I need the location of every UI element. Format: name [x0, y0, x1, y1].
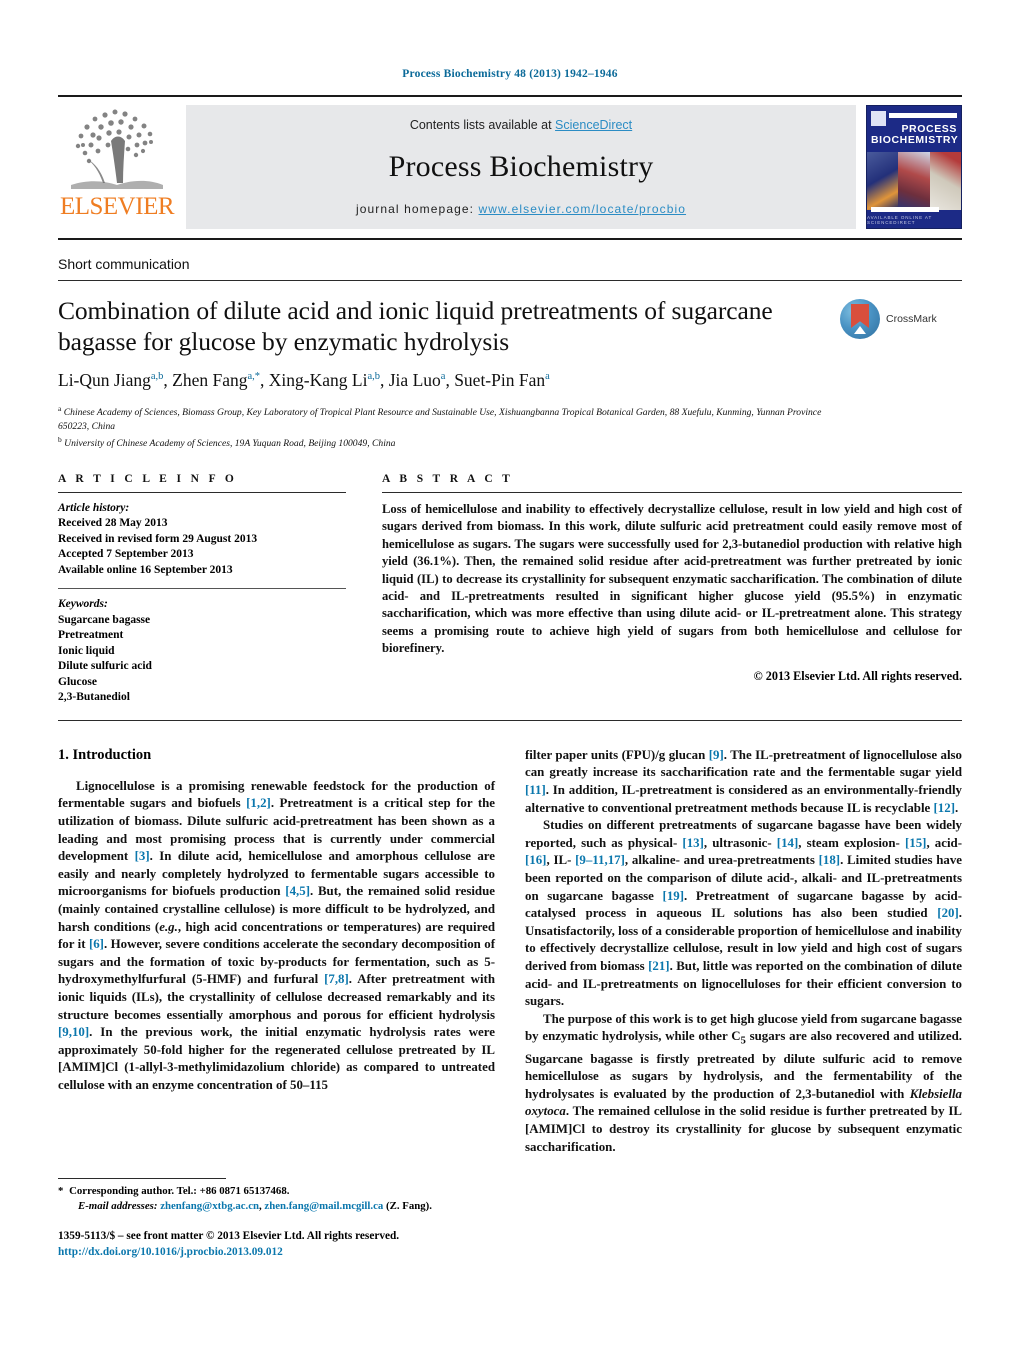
body-paragraph: filter paper units (FPU)/g glucan [9]. T… [525, 747, 962, 815]
author-list: Li-Qun Jianga,b, Zhen Fanga,*, Xing-Kang… [58, 370, 550, 390]
history-item: Received 28 May 2013 [58, 517, 168, 530]
affiliation-a: a Chinese Academy of Sciences, Biomass G… [58, 404, 822, 432]
cover-photo-2 [898, 152, 930, 210]
history-item: Accepted 7 September 2013 [58, 548, 194, 561]
cover-photo-1 [867, 152, 899, 210]
abstract-column: A B S T R A C T Loss of hemicellulose an… [382, 473, 962, 706]
keyword-item: Sugarcane bagasse [58, 613, 151, 626]
divider [58, 588, 346, 590]
article-info-column: A R T I C L E I N F O Article history: R… [58, 473, 346, 706]
body-columns: 1. Introduction Lignocellulose is a prom… [58, 747, 962, 1156]
body-paragraph: Lignocellulose is a promising renewable … [58, 778, 496, 1092]
corresponding-author-note: * Corresponding author. Tel.: +86 0871 6… [58, 1185, 290, 1197]
page-title: Combination of dilute acid and ionic liq… [58, 296, 773, 356]
divider [382, 491, 962, 493]
history-item: Available online 16 September 2013 [58, 563, 233, 576]
affiliations: a Chinese Academy of Sciences, Biomass G… [58, 402, 840, 451]
divider [58, 491, 346, 493]
cover-bar-top [889, 113, 957, 118]
article-info-heading: A R T I C L E I N F O [58, 472, 238, 485]
journal-homepage-link[interactable]: www.elsevier.com/locate/procbio [479, 202, 687, 216]
abstract-rights: © 2013 Elsevier Ltd. All rights reserved… [753, 668, 962, 683]
keyword-item: Glucose [58, 675, 97, 688]
elsevier-wordmark: ELSEVIER [59, 193, 175, 220]
sciencedirect-link[interactable]: ScienceDirect [555, 118, 632, 132]
cover-photo-3 [929, 152, 961, 210]
elsevier-tree-icon [65, 105, 169, 193]
contents-prefix: Contents lists available at [409, 118, 556, 132]
journal-cover-thumbnail[interactable]: PROCESS BIOCHEMISTRY AVAILABLE ONLINE AT… [866, 105, 962, 229]
section-heading-introduction: 1. Introduction [58, 746, 152, 763]
divider [58, 719, 962, 721]
journal-band: Contents lists available at ScienceDirec… [186, 105, 856, 229]
elsevier-logo: ELSEVIER [58, 105, 176, 229]
cover-bar-bottom [871, 207, 939, 212]
cover-footer-text: AVAILABLE ONLINE AT SCIENCEDIRECT [867, 215, 933, 225]
page-footnote: * Corresponding author. Tel.: +86 0871 6… [58, 1178, 503, 1260]
cover-photo-strip [867, 152, 961, 210]
keyword-item: 2,3-Butanediol [58, 691, 130, 704]
body-paragraph: The purpose of this work is to get high … [525, 1011, 962, 1154]
keywords-label: Keywords: [58, 598, 108, 611]
doi-link[interactable]: http://dx.doi.org/10.1016/j.procbio.2013… [58, 1245, 503, 1261]
cover-title: PROCESS BIOCHEMISTRY [871, 124, 959, 146]
email-addresses-note[interactable]: E-mail addresses: zhenfang@xtbg.ac.cn, z… [58, 1199, 503, 1214]
article-type: Short communication [58, 256, 962, 281]
article-history-label: Article history: [58, 501, 130, 514]
footnote-divider [58, 1178, 226, 1179]
journal-masthead: ELSEVIER Contents lists available at Sci… [58, 95, 962, 240]
body-paragraph: Studies on different pretreatments of su… [525, 818, 962, 1009]
body-column-right: filter paper units (FPU)/g glucan [9]. T… [525, 747, 962, 1156]
crossmark-icon [840, 299, 880, 339]
article-header: Combination of dilute acid and ionic liq… [58, 295, 962, 451]
homepage-prefix: journal homepage: [355, 202, 479, 216]
paper-page: Process Biochemistry 48 (2013) 1942–1946 [0, 0, 1020, 1351]
abstract-heading: A B S T R A C T [382, 472, 514, 485]
keyword-item: Dilute sulfuric acid [58, 660, 152, 673]
affiliation-b-text: University of Chinese Academy of Science… [64, 438, 396, 450]
affiliation-a-text: Chinese Academy of Sciences, Biomass Gro… [58, 407, 822, 432]
info-abstract-row: A R T I C L E I N F O Article history: R… [58, 473, 962, 706]
body-column-left: 1. Introduction Lignocellulose is a prom… [58, 747, 495, 1156]
issn-block: 1359-5113/$ – see front matter © 2013 El… [58, 1229, 503, 1260]
keyword-item: Ionic liquid [58, 644, 115, 657]
journal-homepage-line: journal homepage: www.elsevier.com/locat… [356, 202, 686, 216]
journal-title: Process Biochemistry [388, 150, 654, 183]
history-item: Received in revised form 29 August 2013 [58, 532, 258, 545]
crossmark-label: CrossMark [886, 313, 937, 325]
running-head: Process Biochemistry 48 (2013) 1942–1946 [402, 68, 618, 80]
abstract-text: Loss of hemicellulose and inability to e… [382, 501, 962, 656]
title-block: Combination of dilute acid and ionic liq… [58, 295, 840, 451]
contents-line: Contents lists available at ScienceDirec… [410, 118, 632, 132]
cover-title-line2: BIOCHEMISTRY [871, 134, 959, 146]
crossmark-badge[interactable]: CrossMark [840, 295, 962, 339]
affiliation-b: b University of Chinese Academy of Scien… [58, 435, 396, 450]
keyword-item: Pretreatment [58, 629, 124, 642]
issn-line: 1359-5113/$ – see front matter © 2013 El… [58, 1230, 400, 1242]
